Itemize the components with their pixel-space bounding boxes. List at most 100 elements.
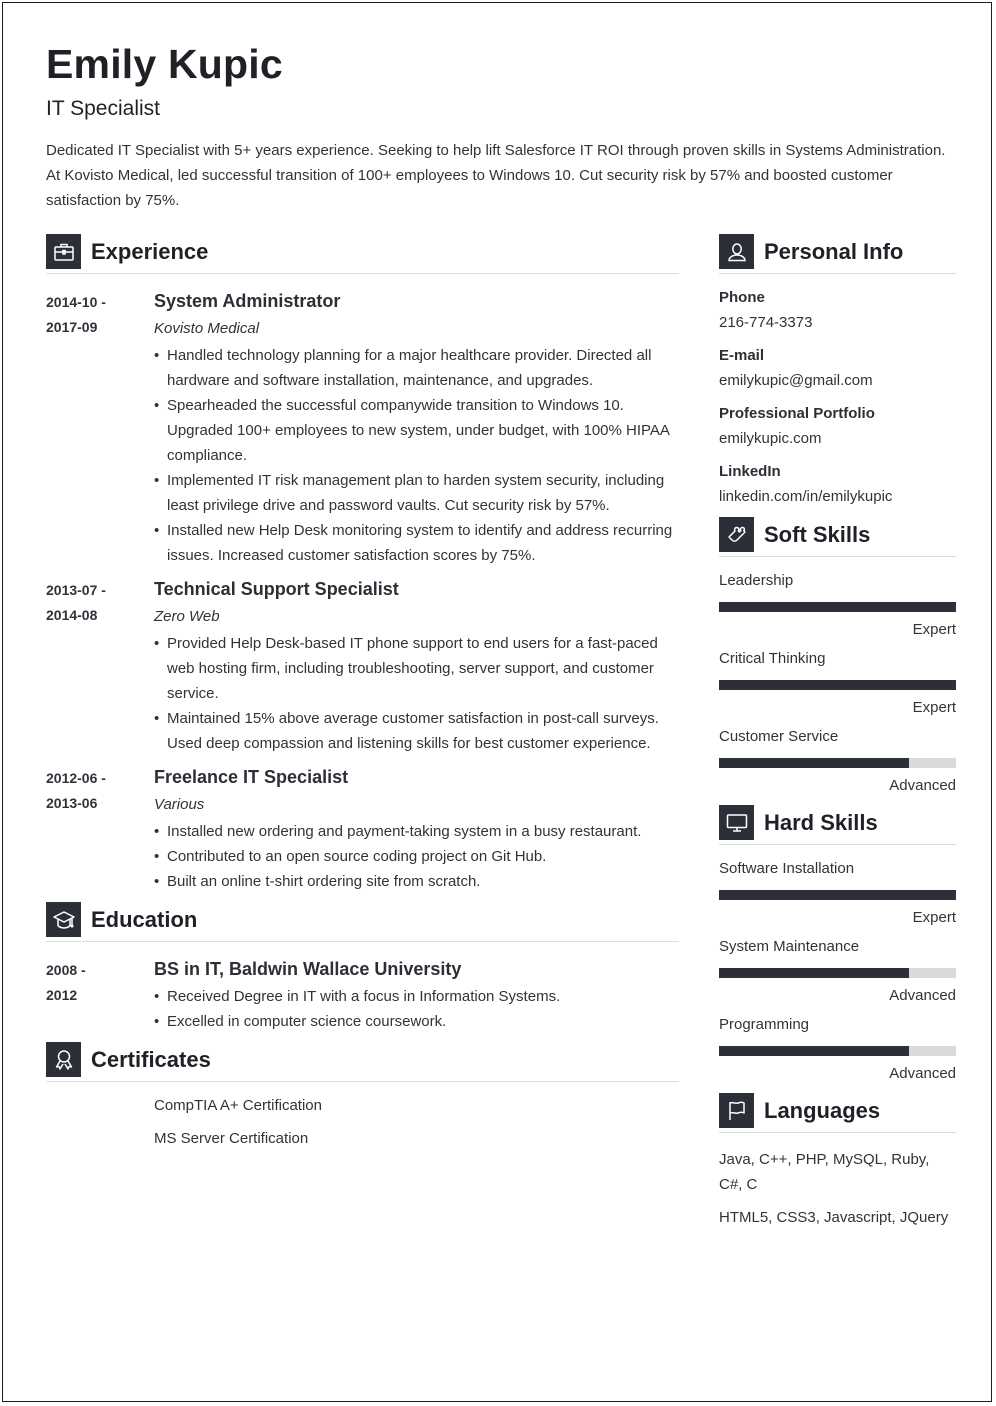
- monitor-icon: [719, 805, 754, 840]
- section-title: Personal Info: [764, 238, 904, 264]
- bullet-item: Implemented IT risk management plan to h…: [154, 468, 679, 518]
- graduation-cap-icon: [46, 902, 81, 937]
- left-column: Experience 2014-10 - 2017-09 System Admi…: [46, 234, 679, 1162]
- section-title: Soft Skills: [764, 521, 871, 547]
- education-entry: 2008 - 2012 BS in IT, Baldwin Wallace Un…: [46, 956, 679, 1034]
- skill-bar-fill: [719, 680, 956, 690]
- bullet-item: Installed new Help Desk monitoring syste…: [154, 518, 679, 568]
- skill-level: Expert: [912, 621, 956, 638]
- job-role: Freelance IT Specialist: [154, 767, 349, 787]
- linkedin-label: LinkedIn: [719, 463, 781, 480]
- education-dates: 2008 - 2012: [46, 956, 154, 1034]
- education-details: BS in IT, Baldwin Wallace University Rec…: [154, 956, 679, 1034]
- job-bullets: Handled technology planning for a major …: [154, 343, 679, 568]
- skill-level: Advanced: [889, 987, 956, 1004]
- date-end: 2012: [46, 987, 78, 1003]
- section-header-languages: Languages: [719, 1093, 956, 1133]
- skill-item: Programming Advanced: [719, 1015, 956, 1084]
- certificate-item: CompTIA A+ Certification: [154, 1097, 322, 1114]
- section-title: Languages: [764, 1097, 881, 1123]
- experience-section: Experience 2014-10 - 2017-09 System Admi…: [46, 234, 679, 894]
- date-end: 2017-09: [46, 319, 98, 335]
- user-icon: [719, 234, 754, 269]
- job-role: Technical Support Specialist: [154, 579, 399, 599]
- section-header-education: Education: [46, 902, 679, 942]
- skill-bar: [719, 890, 956, 900]
- portfolio-label: Professional Portfolio: [719, 405, 875, 422]
- job-details: Freelance IT Specialist Various Installe…: [154, 764, 679, 894]
- bullet-item: Spearheaded the successful companywide t…: [154, 393, 679, 468]
- phone-value: 216-774-3373: [719, 314, 813, 331]
- language-item: HTML5, CSS3, Javascript, JQuery: [719, 1209, 949, 1226]
- right-column: Personal Info Phone 216-774-3373 E-mail …: [719, 234, 956, 1238]
- skill-bar-fill: [719, 758, 909, 768]
- bullet-item: Provided Help Desk-based IT phone suppor…: [154, 631, 679, 706]
- job-company: Kovisto Medical: [154, 320, 260, 337]
- award-ribbon-icon: [46, 1042, 81, 1077]
- skill-level: Advanced: [889, 777, 956, 794]
- date-start: 2012-06 -: [46, 770, 106, 786]
- skill-name: System Maintenance: [719, 938, 860, 955]
- skill-item: Software Installation Expert: [719, 859, 956, 928]
- bullet-item: Excelled in computer science coursework.: [154, 1009, 679, 1034]
- skill-level: Advanced: [889, 1065, 956, 1082]
- job-dates: 2013-07 - 2014-08: [46, 576, 154, 756]
- portfolio-value[interactable]: emilykupic.com: [719, 429, 956, 449]
- education-bullets: Received Degree in IT with a focus in In…: [154, 984, 679, 1034]
- degree-title: BS in IT, Baldwin Wallace University: [154, 959, 462, 979]
- skill-item: Critical Thinking Expert: [719, 649, 956, 718]
- skill-name: Leadership: [719, 572, 794, 589]
- puzzle-piece-icon: [719, 517, 754, 552]
- skill-level: Expert: [912, 909, 956, 926]
- bullet-item: Maintained 15% above average customer sa…: [154, 706, 679, 756]
- section-header-hard-skills: Hard Skills: [719, 805, 956, 845]
- job-bullets: Installed new ordering and payment-takin…: [154, 819, 679, 894]
- skill-item: Leadership Expert: [719, 571, 956, 640]
- date-start: 2014-10 -: [46, 294, 106, 310]
- bullet-item: Handled technology planning for a major …: [154, 343, 679, 393]
- candidate-title: IT Specialist: [46, 97, 160, 120]
- bullet-item: Installed new ordering and payment-takin…: [154, 819, 679, 844]
- phone-label: Phone: [719, 289, 765, 306]
- section-title: Certificates: [91, 1046, 211, 1072]
- linkedin-value[interactable]: linkedin.com/in/emilykupic: [719, 487, 956, 507]
- skill-bar: [719, 758, 956, 768]
- skill-level: Expert: [912, 699, 956, 716]
- skill-bar: [719, 680, 956, 690]
- section-title: Education: [91, 906, 198, 932]
- skill-name: Customer Service: [719, 728, 839, 745]
- job-dates: 2012-06 - 2013-06: [46, 764, 154, 894]
- education-section: Education 2008 - 2012 BS in IT, Baldwin …: [46, 902, 679, 1034]
- skill-bar: [719, 602, 956, 612]
- job-dates: 2014-10 - 2017-09: [46, 288, 154, 568]
- certificates-section: Certificates CompTIA A+ Certification MS…: [46, 1042, 679, 1149]
- email-label: E-mail: [719, 347, 765, 364]
- job-bullets: Provided Help Desk-based IT phone suppor…: [154, 631, 679, 756]
- job-entry: 2014-10 - 2017-09 System Administrator K…: [46, 288, 679, 568]
- skill-bar-fill: [719, 602, 956, 612]
- date-start: 2008 -: [46, 962, 86, 978]
- section-title: Experience: [91, 238, 209, 264]
- bullet-item: Received Degree in IT with a focus in In…: [154, 984, 679, 1009]
- section-header-experience: Experience: [46, 234, 679, 274]
- skill-name: Critical Thinking: [719, 650, 826, 667]
- languages-section: Languages Java, C++, PHP, MySQL, Ruby, C…: [719, 1093, 956, 1230]
- skill-bar-fill: [719, 968, 909, 978]
- soft-skills-section: Soft Skills Leadership Expert Critical T…: [719, 517, 956, 796]
- job-details: Technical Support Specialist Zero Web Pr…: [154, 576, 679, 756]
- job-company: Zero Web: [154, 608, 220, 625]
- flag-icon: [719, 1093, 754, 1128]
- skill-name: Software Installation: [719, 860, 855, 877]
- job-role: System Administrator: [154, 291, 341, 311]
- candidate-name: Emily Kupic: [46, 41, 283, 87]
- email-value[interactable]: emilykupic@gmail.com: [719, 371, 956, 391]
- hard-skills-section: Hard Skills Software Installation Expert…: [719, 805, 956, 1084]
- summary-paragraph: Dedicated IT Specialist with 5+ years ex…: [46, 142, 946, 209]
- skill-bar: [719, 968, 956, 978]
- certificate-item: MS Server Certification: [154, 1130, 309, 1147]
- job-entry: 2012-06 - 2013-06 Freelance IT Specialis…: [46, 764, 679, 894]
- skill-name: Programming: [719, 1016, 810, 1033]
- section-header-soft-skills: Soft Skills: [719, 517, 956, 557]
- date-start: 2013-07 -: [46, 582, 106, 598]
- skill-item: Customer Service Advanced: [719, 727, 956, 796]
